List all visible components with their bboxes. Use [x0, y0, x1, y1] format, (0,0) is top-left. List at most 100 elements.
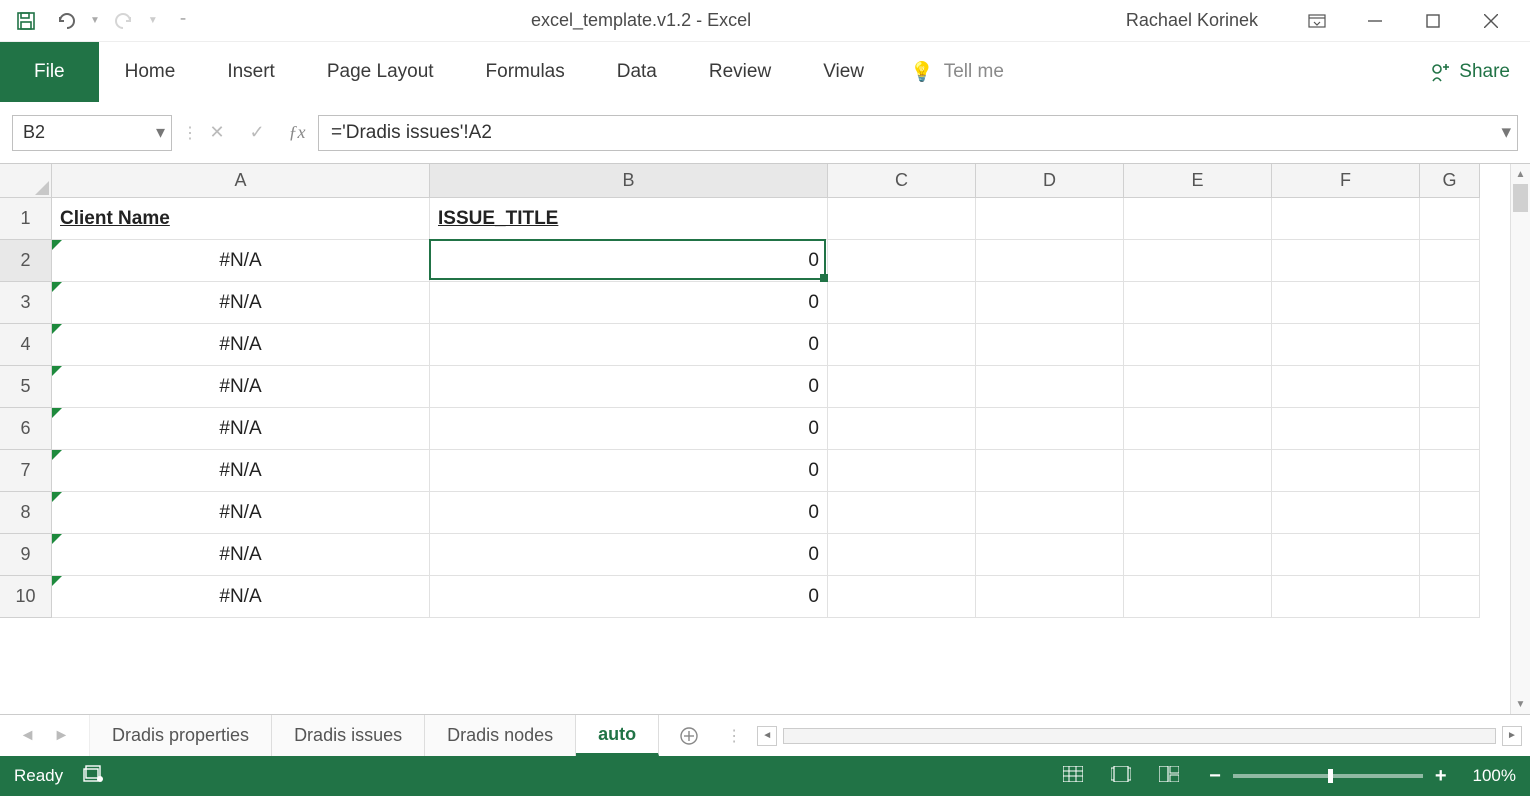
minimize-button[interactable] [1346, 1, 1404, 41]
cell-C3[interactable] [828, 282, 976, 324]
cell-E4[interactable] [1124, 324, 1272, 366]
share-button[interactable]: Share [1409, 42, 1530, 102]
select-all-corner[interactable] [0, 164, 52, 198]
cell-G6[interactable] [1420, 408, 1480, 450]
column-header-A[interactable]: A [52, 164, 430, 198]
cell-D10[interactable] [976, 576, 1124, 618]
next-sheet-icon[interactable]: ► [54, 727, 70, 745]
name-box[interactable]: B2 ▾ [12, 115, 172, 151]
cell-C2[interactable] [828, 240, 976, 282]
cell-E6[interactable] [1124, 408, 1272, 450]
cell-E10[interactable] [1124, 576, 1272, 618]
cell-D6[interactable] [976, 408, 1124, 450]
cell-E8[interactable] [1124, 492, 1272, 534]
cell-E2[interactable] [1124, 240, 1272, 282]
column-header-B[interactable]: B [430, 164, 828, 198]
zoom-control[interactable]: − + 100% [1209, 765, 1516, 788]
sheet-tab-auto[interactable]: auto [576, 715, 659, 756]
cell-B9[interactable]: 0 [430, 534, 828, 576]
cell-A3[interactable]: #N/A [52, 282, 430, 324]
cell-A2[interactable]: #N/A [52, 240, 430, 282]
cell-F1[interactable] [1272, 198, 1420, 240]
ribbon-display-options-button[interactable] [1288, 1, 1346, 41]
cell-F3[interactable] [1272, 282, 1420, 324]
page-layout-view-button[interactable] [1111, 766, 1131, 787]
vertical-scrollbar[interactable]: ▲ ▼ [1510, 164, 1530, 714]
cell-A9[interactable]: #N/A [52, 534, 430, 576]
normal-view-button[interactable] [1063, 766, 1083, 787]
cell-C8[interactable] [828, 492, 976, 534]
cell-B6[interactable]: 0 [430, 408, 828, 450]
row-header-2[interactable]: 2 [0, 240, 52, 282]
scroll-down-icon[interactable]: ▼ [1511, 694, 1530, 714]
ribbon-tab-view[interactable]: View [797, 42, 890, 102]
cell-F9[interactable] [1272, 534, 1420, 576]
cell-F7[interactable] [1272, 450, 1420, 492]
cell-A7[interactable]: #N/A [52, 450, 430, 492]
cell-D5[interactable] [976, 366, 1124, 408]
cell-C4[interactable] [828, 324, 976, 366]
scroll-left-icon[interactable]: ◄ [757, 726, 777, 746]
row-header-5[interactable]: 5 [0, 366, 52, 408]
cell-G5[interactable] [1420, 366, 1480, 408]
sheet-tab-dradis-properties[interactable]: Dradis properties [90, 715, 272, 756]
cell-F4[interactable] [1272, 324, 1420, 366]
row-header-10[interactable]: 10 [0, 576, 52, 618]
cell-D1[interactable] [976, 198, 1124, 240]
row-header-1[interactable]: 1 [0, 198, 52, 240]
cell-B2[interactable]: 0 [430, 240, 828, 282]
insert-function-button[interactable]: ƒx [286, 122, 308, 143]
cell-F5[interactable] [1272, 366, 1420, 408]
save-button[interactable] [10, 5, 42, 37]
cell-B3[interactable]: 0 [430, 282, 828, 324]
cell-G1[interactable] [1420, 198, 1480, 240]
cell-G2[interactable] [1420, 240, 1480, 282]
page-break-view-button[interactable] [1159, 766, 1179, 787]
cell-C10[interactable] [828, 576, 976, 618]
cell-E5[interactable] [1124, 366, 1272, 408]
cell-D3[interactable] [976, 282, 1124, 324]
cell-A1[interactable]: Client Name [52, 198, 430, 240]
cell-B5[interactable]: 0 [430, 366, 828, 408]
ribbon-tab-data[interactable]: Data [591, 42, 683, 102]
scrollbar-thumb[interactable] [1513, 184, 1528, 212]
cell-D4[interactable] [976, 324, 1124, 366]
row-header-9[interactable]: 9 [0, 534, 52, 576]
cell-C9[interactable] [828, 534, 976, 576]
ribbon-tab-home[interactable]: Home [99, 42, 202, 102]
cell-A5[interactable]: #N/A [52, 366, 430, 408]
sheet-tab-dradis-nodes[interactable]: Dradis nodes [425, 715, 576, 756]
row-header-8[interactable]: 8 [0, 492, 52, 534]
cell-G10[interactable] [1420, 576, 1480, 618]
cell-G3[interactable] [1420, 282, 1480, 324]
cell-B4[interactable]: 0 [430, 324, 828, 366]
zoom-in-button[interactable]: + [1435, 765, 1447, 788]
row-header-7[interactable]: 7 [0, 450, 52, 492]
scroll-right-icon[interactable]: ► [1502, 726, 1522, 746]
ribbon-tab-page-layout[interactable]: Page Layout [301, 42, 460, 102]
new-sheet-button[interactable] [659, 715, 719, 756]
ribbon-tab-review[interactable]: Review [683, 42, 797, 102]
enter-formula-button[interactable]: ✓ [246, 122, 268, 143]
zoom-slider[interactable] [1233, 774, 1423, 778]
macro-record-icon[interactable] [83, 765, 105, 788]
row-header-3[interactable]: 3 [0, 282, 52, 324]
column-header-C[interactable]: C [828, 164, 976, 198]
cell-A10[interactable]: #N/A [52, 576, 430, 618]
maximize-button[interactable] [1404, 1, 1462, 41]
cancel-formula-button[interactable]: ✕ [206, 122, 228, 143]
undo-button[interactable] [50, 5, 82, 37]
close-button[interactable] [1462, 1, 1520, 41]
cell-C6[interactable] [828, 408, 976, 450]
cell-E7[interactable] [1124, 450, 1272, 492]
redo-button[interactable] [108, 5, 140, 37]
column-header-F[interactable]: F [1272, 164, 1420, 198]
cell-G9[interactable] [1420, 534, 1480, 576]
cell-F8[interactable] [1272, 492, 1420, 534]
cell-A4[interactable]: #N/A [52, 324, 430, 366]
cell-E9[interactable] [1124, 534, 1272, 576]
cell-D2[interactable] [976, 240, 1124, 282]
column-header-G[interactable]: G [1420, 164, 1480, 198]
column-header-E[interactable]: E [1124, 164, 1272, 198]
cell-B7[interactable]: 0 [430, 450, 828, 492]
